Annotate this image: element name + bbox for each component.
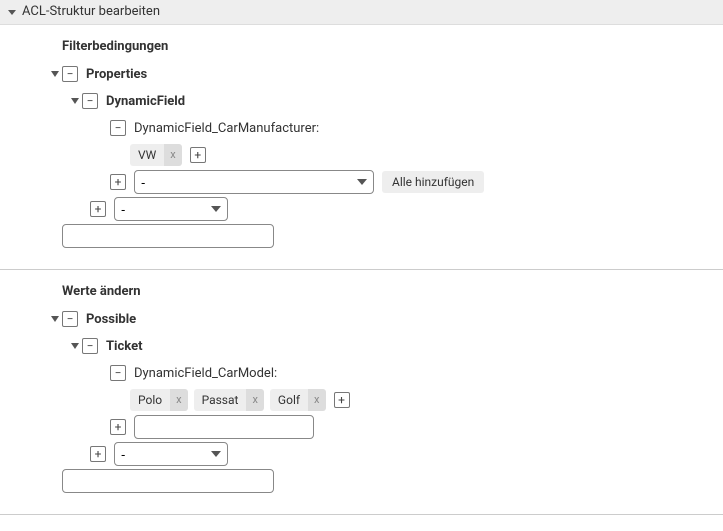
tree-node-possible[interactable]: Possible [8,307,715,331]
change-text-input[interactable] [62,469,274,493]
tag-remove-button[interactable]: x [246,389,263,411]
tag-row-manufacturer: VW x [8,143,715,167]
tree-leaf-carmodel: DynamicField_CarModel: [8,361,715,385]
leaf-label: DynamicField_CarModel: [134,366,277,381]
collapse-box-icon[interactable] [110,120,126,136]
tag-text: VW [130,144,164,166]
tag: Polo x [130,389,188,411]
tree-leaf-carmanufacturer: DynamicField_CarManufacturer: [8,116,715,140]
add-field-row: - Alle hinzufügen [8,170,715,194]
add-group-row: - [8,197,715,221]
tag-remove-button[interactable]: x [164,144,181,166]
tag-remove-button[interactable]: x [170,389,187,411]
tag-text: Passat [194,389,247,411]
collapse-box-icon[interactable] [110,365,126,381]
value-text-input[interactable] [134,415,314,439]
node-label: Properties [86,67,147,82]
caret-down-icon [50,71,60,77]
tag: VW x [130,144,182,166]
add-tag-button[interactable] [334,392,350,408]
tag: Passat x [194,389,264,411]
panel-title: ACL-Struktur bearbeiten [22,0,160,24]
tree-node-dynamicfield[interactable]: DynamicField [8,89,715,113]
tag: Golf x [270,389,326,411]
collapse-box-icon[interactable] [62,66,78,82]
filter-section-title: Filterbedingungen [62,35,715,54]
collapse-box-icon[interactable] [82,93,98,109]
caret-down-icon [50,316,60,322]
change-section: Werte ändern Possible Ticket DynamicFiel… [0,270,723,515]
filter-section: Filterbedingungen Properties DynamicFiel… [0,25,723,270]
add-box-icon[interactable] [90,201,106,217]
tag-remove-button[interactable]: x [308,389,325,411]
collapse-box-icon[interactable] [62,311,78,327]
node-label: Ticket [106,339,143,354]
tag-text: Polo [130,389,170,411]
group-select[interactable]: - [114,442,228,466]
node-label: Possible [86,312,136,327]
filter-text-row [8,224,715,248]
caret-down-icon [70,343,80,349]
add-box-icon[interactable] [110,419,126,435]
collapse-icon [8,10,16,15]
change-text-row [8,469,715,493]
add-box-icon[interactable] [90,446,106,462]
collapse-box-icon[interactable] [82,338,98,354]
filter-text-input[interactable] [62,224,274,248]
add-tag-button[interactable] [190,147,206,163]
add-value-row [8,415,715,439]
node-label: DynamicField [106,94,185,109]
tag-text: Golf [270,389,308,411]
panel-header[interactable]: ACL-Struktur bearbeiten [0,0,723,25]
tree-node-properties[interactable]: Properties [8,62,715,86]
field-select[interactable]: - [134,170,374,194]
tag-row-model: Polo x Passat x Golf x [8,388,715,412]
add-all-button[interactable]: Alle hinzufügen [382,171,484,193]
leaf-label: DynamicField_CarManufacturer: [134,121,319,136]
tree-node-ticket[interactable]: Ticket [8,334,715,358]
group-select[interactable]: - [114,197,228,221]
change-section-title: Werte ändern [62,280,715,299]
add-box-icon[interactable] [110,174,126,190]
caret-down-icon [70,98,80,104]
add-group-row-change: - [8,442,715,466]
